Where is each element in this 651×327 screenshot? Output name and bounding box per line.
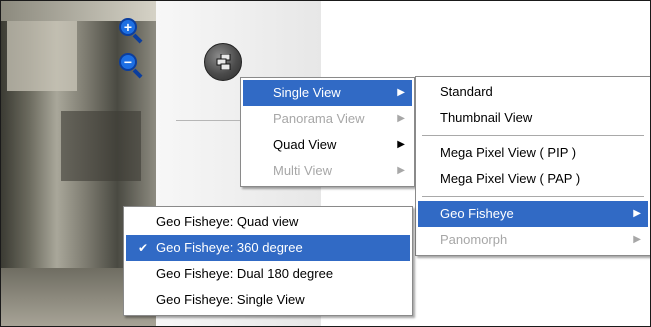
menu-item-thumbnail-view[interactable]: Thumbnail View bbox=[418, 105, 648, 131]
menu-item-label: Thumbnail View bbox=[440, 110, 533, 125]
menu-item-label: Geo Fisheye: 360 degree bbox=[156, 240, 303, 255]
menu-item-label: Mega Pixel View ( PAP ) bbox=[440, 171, 581, 186]
submenu-arrow-icon: ▶ bbox=[397, 87, 405, 98]
menu-separator bbox=[422, 135, 644, 136]
menu-item-mega-pixel-pap[interactable]: Mega Pixel View ( PAP ) bbox=[418, 166, 648, 192]
menu-item-geo-quad-view[interactable]: Geo Fisheye: Quad view bbox=[126, 209, 410, 235]
check-icon: ✔ bbox=[138, 241, 149, 255]
menu-item-label: Mega Pixel View ( PIP ) bbox=[440, 145, 577, 160]
menu-item-panomorph: Panomorph ▶ bbox=[418, 227, 648, 253]
menu-item-label: Single View bbox=[273, 85, 341, 100]
menu-item-geo-single-view[interactable]: Geo Fisheye: Single View bbox=[126, 287, 410, 313]
menu-item-panorama-view: Panorama View ▶ bbox=[243, 106, 412, 132]
view-mode-button[interactable] bbox=[204, 43, 242, 81]
menu-item-label: Multi View bbox=[273, 163, 333, 178]
submenu-arrow-icon: ▶ bbox=[397, 165, 405, 176]
menu-item-label: Panorama View bbox=[273, 111, 365, 126]
submenu-arrow-icon: ▶ bbox=[397, 113, 405, 124]
menu-item-label: Geo Fisheye bbox=[440, 206, 514, 221]
menu-item-standard[interactable]: Standard bbox=[418, 79, 648, 105]
menu-item-single-view[interactable]: Single View ▶ bbox=[243, 80, 412, 106]
view-mode-icon bbox=[216, 54, 231, 70]
zoom-in-handle bbox=[132, 33, 143, 44]
submenu-arrow-icon: ▶ bbox=[633, 208, 641, 219]
menu-item-label: Panomorph bbox=[440, 232, 508, 247]
menu-separator bbox=[422, 196, 644, 197]
menu-item-geo-fisheye[interactable]: Geo Fisheye ▶ bbox=[418, 201, 648, 227]
application-window: + − Single View ▶ Panorama View ▶ Quad V… bbox=[0, 0, 651, 327]
menu-item-label: Geo Fisheye: Single View bbox=[156, 292, 305, 307]
zoom-out-icon[interactable]: − bbox=[119, 53, 145, 79]
submenu-arrow-icon: ▶ bbox=[633, 234, 641, 245]
menu-item-multi-view: Multi View ▶ bbox=[243, 158, 412, 184]
zoom-in-icon[interactable]: + bbox=[119, 18, 145, 44]
menu-item-quad-view[interactable]: Quad View ▶ bbox=[243, 132, 412, 158]
menu-item-mega-pixel-pip[interactable]: Mega Pixel View ( PIP ) bbox=[418, 140, 648, 166]
geo-fisheye-submenu: Geo Fisheye: Quad view ✔ Geo Fisheye: 36… bbox=[123, 206, 413, 316]
view-context-menu: Single View ▶ Panorama View ▶ Quad View … bbox=[240, 77, 415, 187]
single-view-submenu: Standard Thumbnail View Mega Pixel View … bbox=[415, 76, 650, 256]
submenu-arrow-icon: ▶ bbox=[397, 139, 405, 150]
menu-item-label: Quad View bbox=[273, 137, 337, 152]
zoom-out-handle bbox=[132, 68, 143, 79]
menu-item-label: Geo Fisheye: Quad view bbox=[156, 214, 299, 229]
menu-item-label: Standard bbox=[440, 84, 493, 99]
menu-item-geo-360-degree[interactable]: ✔ Geo Fisheye: 360 degree bbox=[126, 235, 410, 261]
menu-item-label: Geo Fisheye: Dual 180 degree bbox=[156, 266, 334, 281]
menu-item-geo-dual-180[interactable]: Geo Fisheye: Dual 180 degree bbox=[126, 261, 410, 287]
